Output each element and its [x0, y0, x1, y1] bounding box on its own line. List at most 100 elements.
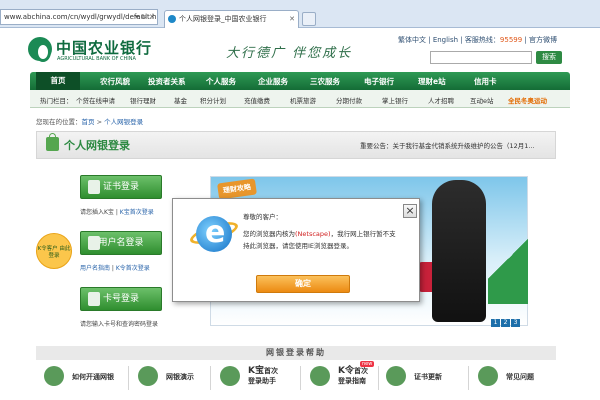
person-card-icon: [88, 236, 100, 250]
hot-columns-bar: 热门栏目： 个贷在线申请 银行理财 基金 积分计划 充值缴费 机票旅游 分期付款…: [30, 90, 570, 108]
link-traditional-chinese[interactable]: 繁体中文: [398, 36, 426, 44]
new-badge: new: [360, 361, 375, 367]
breadcrumb-home[interactable]: 首页: [82, 118, 95, 126]
help-section-title: 网银登录帮助: [36, 346, 556, 360]
growth-arrow-graphic: [488, 214, 528, 304]
cert-caption: 请您插入K宝 | K宝首次登录: [80, 209, 154, 216]
nav-investor[interactable]: 投资者关系: [148, 76, 186, 87]
banner-page-2[interactable]: 2: [501, 319, 510, 327]
divider: [378, 366, 379, 390]
dialog-message-line1: 您的浏览器内核为(Netscape)，我行网上银行暂不支: [243, 228, 396, 238]
site-header: 中国农业银行 AGRICULTURAL BANK OF CHINA 大行德广 伴…: [0, 29, 600, 72]
nav-rural[interactable]: 三农服务: [310, 76, 340, 87]
kling-first-login-link[interactable]: K令首次登录: [116, 265, 150, 272]
subnav-item[interactable]: 基金: [174, 95, 187, 105]
bank-name: 中国农业银行: [56, 39, 153, 57]
divider: [468, 366, 469, 390]
help-item-label: 网银演示: [166, 373, 194, 381]
link-english[interactable]: English: [433, 36, 458, 44]
slogan: 大行德广 伴您成长: [226, 46, 353, 61]
nav-corporate[interactable]: 企业服务: [258, 76, 288, 87]
dialog-line1-post: ，我行网上银行暂不支: [330, 230, 396, 238]
k-ling-icon: [310, 366, 330, 386]
subnav-item[interactable]: 银行理财: [130, 95, 156, 105]
breadcrumb-sep: >: [94, 118, 105, 126]
subnav-special[interactable]: 全民冬奥运动: [508, 95, 547, 105]
username-guide-link[interactable]: 用户名指南: [80, 265, 110, 272]
kbao-first-login-link[interactable]: K宝首次登录: [120, 209, 154, 216]
nav-style[interactable]: 农行风貌: [100, 76, 130, 87]
card-login-button[interactable]: 卡号登录: [80, 287, 162, 311]
hotline-label: 客服热线：: [464, 36, 500, 44]
dialog-greeting: 尊敬的客户：: [243, 213, 282, 221]
tab-close-icon[interactable]: ✕: [289, 11, 295, 27]
address-controls[interactable]: ▾ ↻ ✕: [135, 10, 155, 24]
dialog-ok-button[interactable]: 确定: [256, 275, 350, 293]
breadcrumb-prefix: 您现在的位置：: [36, 118, 82, 126]
subnav-item[interactable]: 互动e站: [470, 95, 494, 105]
breadcrumb: 您现在的位置：首页 > 个人网银登录: [36, 116, 143, 126]
subnav-item[interactable]: 掌上银行: [382, 95, 408, 105]
ie-logo-icon: [196, 215, 232, 252]
bank-name-en: AGRICULTURAL BANK OF CHINA: [57, 56, 136, 62]
search-button[interactable]: 搜索: [536, 51, 562, 64]
new-tab-button[interactable]: [302, 12, 316, 26]
browser-tab[interactable]: 个人网银登录_中国农业银行 ✕: [164, 10, 299, 28]
nav-wealth[interactable]: 理财e站: [418, 76, 446, 87]
abc-logo-icon[interactable]: [28, 37, 52, 62]
nav-personal[interactable]: 个人服务: [206, 76, 236, 87]
subnav-item[interactable]: 积分计划: [200, 95, 226, 105]
nav-credit-card[interactable]: 信用卡: [474, 76, 497, 87]
dialog-browser-name: (Netscape): [295, 230, 331, 238]
subnav-item[interactable]: 分期付款: [336, 95, 362, 105]
dialog-close-button[interactable]: ×: [403, 204, 417, 218]
monitor-icon: [138, 366, 158, 386]
top-links: 繁体中文 | English | 客服热线：95599 | 官方微博: [398, 36, 557, 44]
link-weibo[interactable]: 官方微博: [529, 36, 557, 44]
hot-columns-label: 热门栏目：: [40, 97, 73, 105]
subnav-item[interactable]: 人才招聘: [428, 95, 454, 105]
subnav-item[interactable]: 个贷在线申请: [76, 95, 115, 105]
subnav-item[interactable]: 机票旅游: [290, 95, 316, 105]
help-item-label: 如何开通网银: [72, 373, 114, 381]
subnav-item[interactable]: 充值缴费: [244, 95, 270, 105]
ie-favicon-icon: [168, 15, 176, 23]
dialog-message-line2: 持此浏览器，请您使用IE浏览器登录。: [243, 242, 354, 250]
help-item-label: 常见问题: [506, 373, 534, 381]
address-text[interactable]: www.abchina.com/cn/wydl/grwydl/default.h: [4, 13, 156, 21]
key-icon: [44, 366, 64, 386]
breadcrumb-current[interactable]: 个人网银登录: [104, 118, 143, 126]
notice-link[interactable]: 重要公告：关于我行基金代销系统升级维护的公告（12月1...: [360, 140, 535, 150]
tab-title: 个人网银登录_中国农业银行: [179, 15, 267, 23]
hotline-number: 95599: [499, 36, 523, 44]
cert-caption-text: 请您插入K宝: [80, 209, 114, 216]
divider: [128, 366, 129, 390]
banner-page-3[interactable]: 3: [511, 319, 520, 327]
dialog-line1-pre: 您的浏览器内核为: [243, 230, 295, 238]
help-item-label: K宝首次 登录助手: [248, 366, 278, 385]
nav-ebank[interactable]: 电子银行: [364, 76, 394, 87]
banner-page-1[interactable]: 1: [491, 319, 500, 327]
banner-pager: 123: [490, 318, 520, 327]
k-bao-icon: [220, 366, 240, 386]
divider: [300, 366, 301, 390]
page-title: 个人网银登录: [64, 139, 130, 152]
k-ling-login-badge[interactable]: K令客户 由此登录: [36, 233, 72, 269]
usb-key-icon: [88, 180, 100, 194]
divider: [210, 366, 211, 390]
cert-login-label: 证书登录: [102, 182, 139, 192]
username-login-label: 用户名登录: [98, 238, 144, 248]
cert-login-button[interactable]: 证书登录: [80, 175, 162, 199]
address-bar[interactable]: www.abchina.com/cn/wydl/grwydl/default.h…: [0, 9, 158, 25]
certificate-icon: [386, 366, 406, 386]
username-caption: 用户名指南 | K令首次登录: [80, 265, 150, 272]
card-caption: 请您输入卡号和查询密码登录: [80, 321, 159, 328]
question-icon: [478, 366, 498, 386]
bank-card-icon: [88, 292, 100, 306]
search-input[interactable]: [430, 51, 532, 64]
username-login-button[interactable]: 用户名登录: [80, 231, 162, 255]
card-login-label: 卡号登录: [102, 294, 139, 304]
help-item-label: 证书更新: [414, 373, 442, 381]
help-item-label: K令首次 登录指南: [338, 366, 368, 385]
nav-home[interactable]: 首页: [36, 72, 80, 90]
